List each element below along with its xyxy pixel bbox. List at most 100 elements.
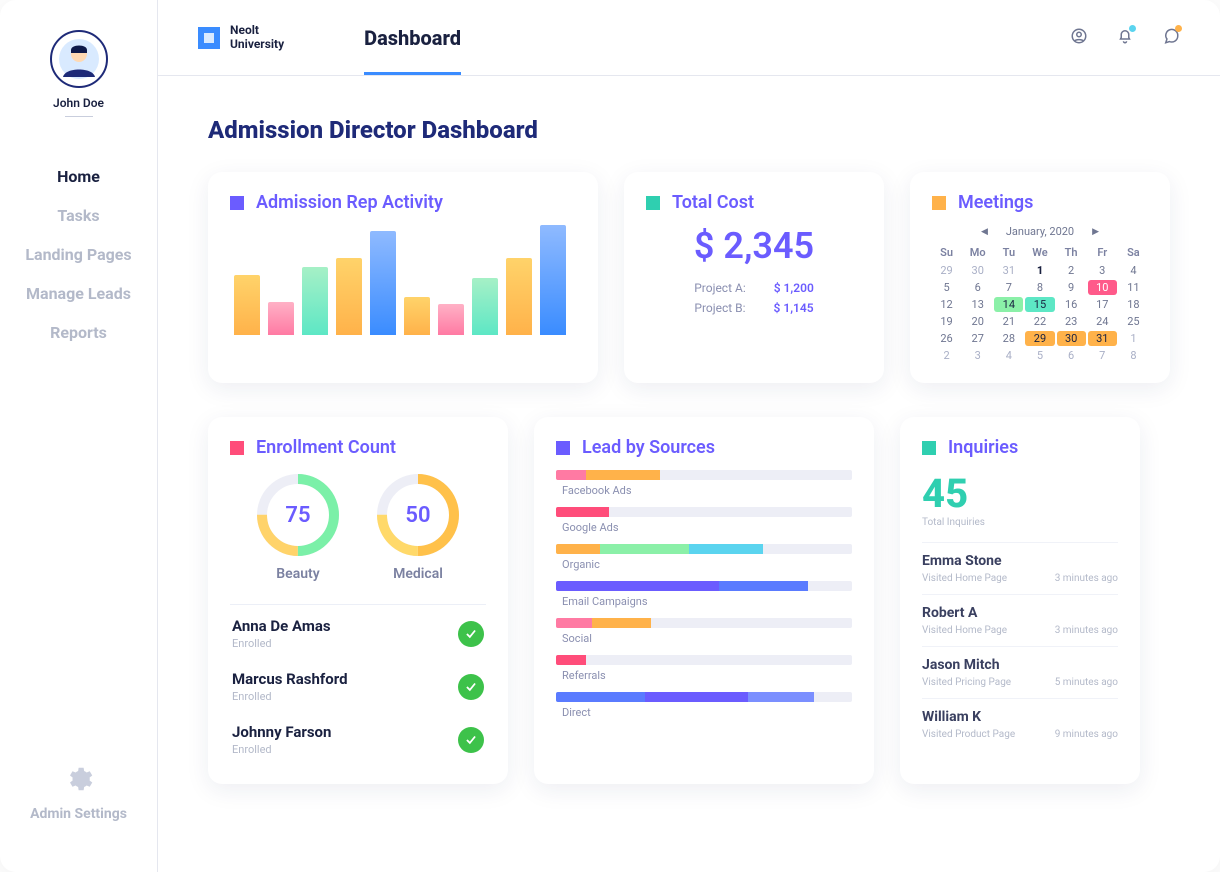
sidebar-item-home[interactable]: Home bbox=[57, 167, 100, 186]
square-icon bbox=[556, 441, 570, 455]
calendar-day[interactable]: 30 bbox=[963, 263, 992, 278]
prev-month[interactable]: ◀ bbox=[981, 227, 988, 237]
calendar-dow: Tu bbox=[994, 244, 1023, 261]
inquiry-item[interactable]: William K Visited Product Page9 minutes … bbox=[922, 698, 1118, 750]
sidebar: John Doe Home Tasks Landing Pages Manage Le… bbox=[0, 0, 158, 872]
enroll-item[interactable]: Marcus Rashford Enrolled bbox=[230, 658, 486, 711]
check-icon bbox=[458, 727, 484, 753]
calendar-day[interactable]: 31 bbox=[994, 263, 1023, 278]
username: John Doe bbox=[53, 96, 104, 110]
calendar-day[interactable]: 7 bbox=[1088, 348, 1117, 363]
sidebar-item-manage-leads[interactable]: Manage Leads bbox=[26, 284, 131, 303]
brand-logo bbox=[198, 27, 220, 49]
inquiry-item[interactable]: Robert A Visited Home Page3 minutes ago bbox=[922, 594, 1118, 646]
topbar: NeoltUniversity Dashboard bbox=[158, 0, 1220, 76]
nav: Home Tasks Landing Pages Manage Leads Report… bbox=[0, 167, 157, 342]
source-label: Referrals bbox=[562, 669, 852, 682]
calendar-day[interactable]: 19 bbox=[932, 314, 961, 329]
enroll-status: Enrolled bbox=[232, 690, 348, 703]
calendar-day[interactable]: 4 bbox=[1119, 263, 1148, 278]
gear-icon bbox=[63, 764, 93, 798]
inquiry-name: William K bbox=[922, 709, 1118, 725]
inquiry-item[interactable]: Jason Mitch Visited Pricing Page5 minute… bbox=[922, 646, 1118, 698]
donut: 75 Beauty bbox=[253, 470, 343, 582]
chat-icon[interactable] bbox=[1162, 27, 1180, 49]
calendar-day[interactable]: 6 bbox=[1057, 348, 1086, 363]
notification-dot bbox=[1129, 25, 1136, 32]
calendar-day[interactable]: 29 bbox=[1025, 331, 1054, 346]
calendar-day[interactable]: 4 bbox=[994, 348, 1023, 363]
card-title: Meetings bbox=[958, 192, 1033, 213]
calendar-day[interactable]: 8 bbox=[1025, 280, 1054, 295]
calendar-day[interactable]: 18 bbox=[1119, 297, 1148, 312]
calendar-day[interactable]: 27 bbox=[963, 331, 992, 346]
calendar-day[interactable]: 29 bbox=[932, 263, 961, 278]
sidebar-item-tasks[interactable]: Tasks bbox=[57, 206, 99, 225]
calendar-day[interactable]: 26 bbox=[932, 331, 961, 346]
calendar-day[interactable]: 13 bbox=[963, 297, 992, 312]
calendar-day[interactable]: 3 bbox=[963, 348, 992, 363]
calendar-day[interactable]: 2 bbox=[932, 348, 961, 363]
calendar-day[interactable]: 16 bbox=[1057, 297, 1086, 312]
enroll-item[interactable]: Anna De AmasEnrolled bbox=[230, 605, 486, 658]
calendar-day[interactable]: 5 bbox=[1025, 348, 1054, 363]
source-label: Email Campaigns bbox=[562, 595, 852, 608]
calendar-day[interactable]: 2 bbox=[1057, 263, 1086, 278]
calendar-day[interactable]: 15 bbox=[1025, 297, 1054, 312]
total-cost-value: $ 2,345 bbox=[646, 225, 862, 267]
square-icon bbox=[646, 196, 660, 210]
calendar-day[interactable]: 17 bbox=[1088, 297, 1117, 312]
project-label: Project A: bbox=[694, 281, 746, 295]
calendar: ◀ January, 2020 ▶ SuMoTuWeThFrSa29303112… bbox=[932, 225, 1148, 363]
calendar-day[interactable]: 9 bbox=[1057, 280, 1086, 295]
calendar-day[interactable]: 1 bbox=[1119, 331, 1148, 346]
enroll-item[interactable]: Johnny FarsonEnrolled bbox=[230, 711, 486, 764]
calendar-day[interactable]: 6 bbox=[963, 280, 992, 295]
calendar-day[interactable]: 24 bbox=[1088, 314, 1117, 329]
sidebar-item-reports[interactable]: Reports bbox=[50, 323, 107, 342]
bar bbox=[506, 258, 532, 335]
calendar-day[interactable]: 20 bbox=[963, 314, 992, 329]
source-row: Google Ads bbox=[556, 507, 852, 534]
admin-settings[interactable]: Admin Settings bbox=[30, 806, 127, 822]
avatar[interactable] bbox=[50, 30, 108, 88]
card-inquiries: Inquiries 45 Total Inquiries Emma Stone … bbox=[900, 417, 1140, 784]
inquiry-item[interactable]: Emma Stone Visited Home Page3 minutes ag… bbox=[922, 542, 1118, 594]
enroll-name: Marcus Rashford bbox=[232, 670, 348, 688]
calendar-day[interactable]: 23 bbox=[1057, 314, 1086, 329]
donut-label: Medical bbox=[393, 566, 443, 582]
project-value: $ 1,200 bbox=[774, 281, 814, 295]
avatar-block: John Doe bbox=[50, 30, 108, 117]
calendar-day[interactable]: 21 bbox=[994, 314, 1023, 329]
calendar-day[interactable]: 11 bbox=[1119, 280, 1148, 295]
calendar-day[interactable]: 30 bbox=[1057, 331, 1086, 346]
calendar-day[interactable]: 14 bbox=[994, 297, 1023, 312]
sidebar-item-landing-pages[interactable]: Landing Pages bbox=[25, 245, 131, 264]
check-icon bbox=[458, 674, 484, 700]
calendar-day[interactable]: 25 bbox=[1119, 314, 1148, 329]
calendar-day[interactable]: 3 bbox=[1088, 263, 1117, 278]
source-label: Social bbox=[562, 632, 852, 645]
source-label: Google Ads bbox=[562, 521, 852, 534]
inquiry-action: Visited Product Page bbox=[922, 729, 1015, 740]
calendar-day[interactable]: 10 bbox=[1088, 280, 1117, 295]
source-row: Organic bbox=[556, 544, 852, 571]
calendar-day[interactable]: 7 bbox=[994, 280, 1023, 295]
calendar-day[interactable]: 1 bbox=[1025, 263, 1054, 278]
account-icon[interactable] bbox=[1070, 27, 1088, 49]
calendar-day[interactable]: 31 bbox=[1088, 331, 1117, 346]
enroll-name: Johnny Farson bbox=[232, 723, 331, 741]
tab-dashboard[interactable]: Dashboard bbox=[364, 0, 461, 75]
calendar-day[interactable]: 8 bbox=[1119, 348, 1148, 363]
bar bbox=[268, 302, 294, 335]
calendar-day[interactable]: 28 bbox=[994, 331, 1023, 346]
next-month[interactable]: ▶ bbox=[1092, 227, 1099, 237]
calendar-day[interactable]: 22 bbox=[1025, 314, 1054, 329]
bell-icon[interactable] bbox=[1116, 27, 1134, 49]
inquiries-subtitle: Total Inquiries bbox=[922, 517, 1118, 528]
calendar-dow: Sa bbox=[1119, 244, 1148, 261]
calendar-day[interactable]: 5 bbox=[932, 280, 961, 295]
check-icon bbox=[458, 621, 484, 647]
square-icon bbox=[230, 196, 244, 210]
calendar-day[interactable]: 12 bbox=[932, 297, 961, 312]
